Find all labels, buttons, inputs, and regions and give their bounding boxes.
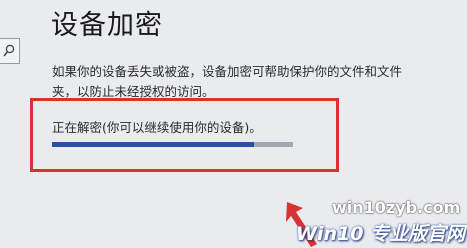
description-text: 如果你的设备丢失或被盗，设备加密可帮助保护你的文件和文件夹，以防止未经授权的访问… xyxy=(52,64,403,99)
watermark-url: win10zyb.com xyxy=(332,198,461,217)
decryption-status: 正在解密(你可以继续使用你的设备)。 xyxy=(52,120,262,135)
decryption-progress-fill xyxy=(52,142,255,147)
decryption-progress-bar xyxy=(52,142,293,147)
search-box[interactable] xyxy=(0,38,20,64)
page-title: 设备加密 xyxy=(51,10,163,41)
search-icon xyxy=(3,44,15,57)
watermark-logo: Win10 专业版官网 xyxy=(296,223,466,245)
